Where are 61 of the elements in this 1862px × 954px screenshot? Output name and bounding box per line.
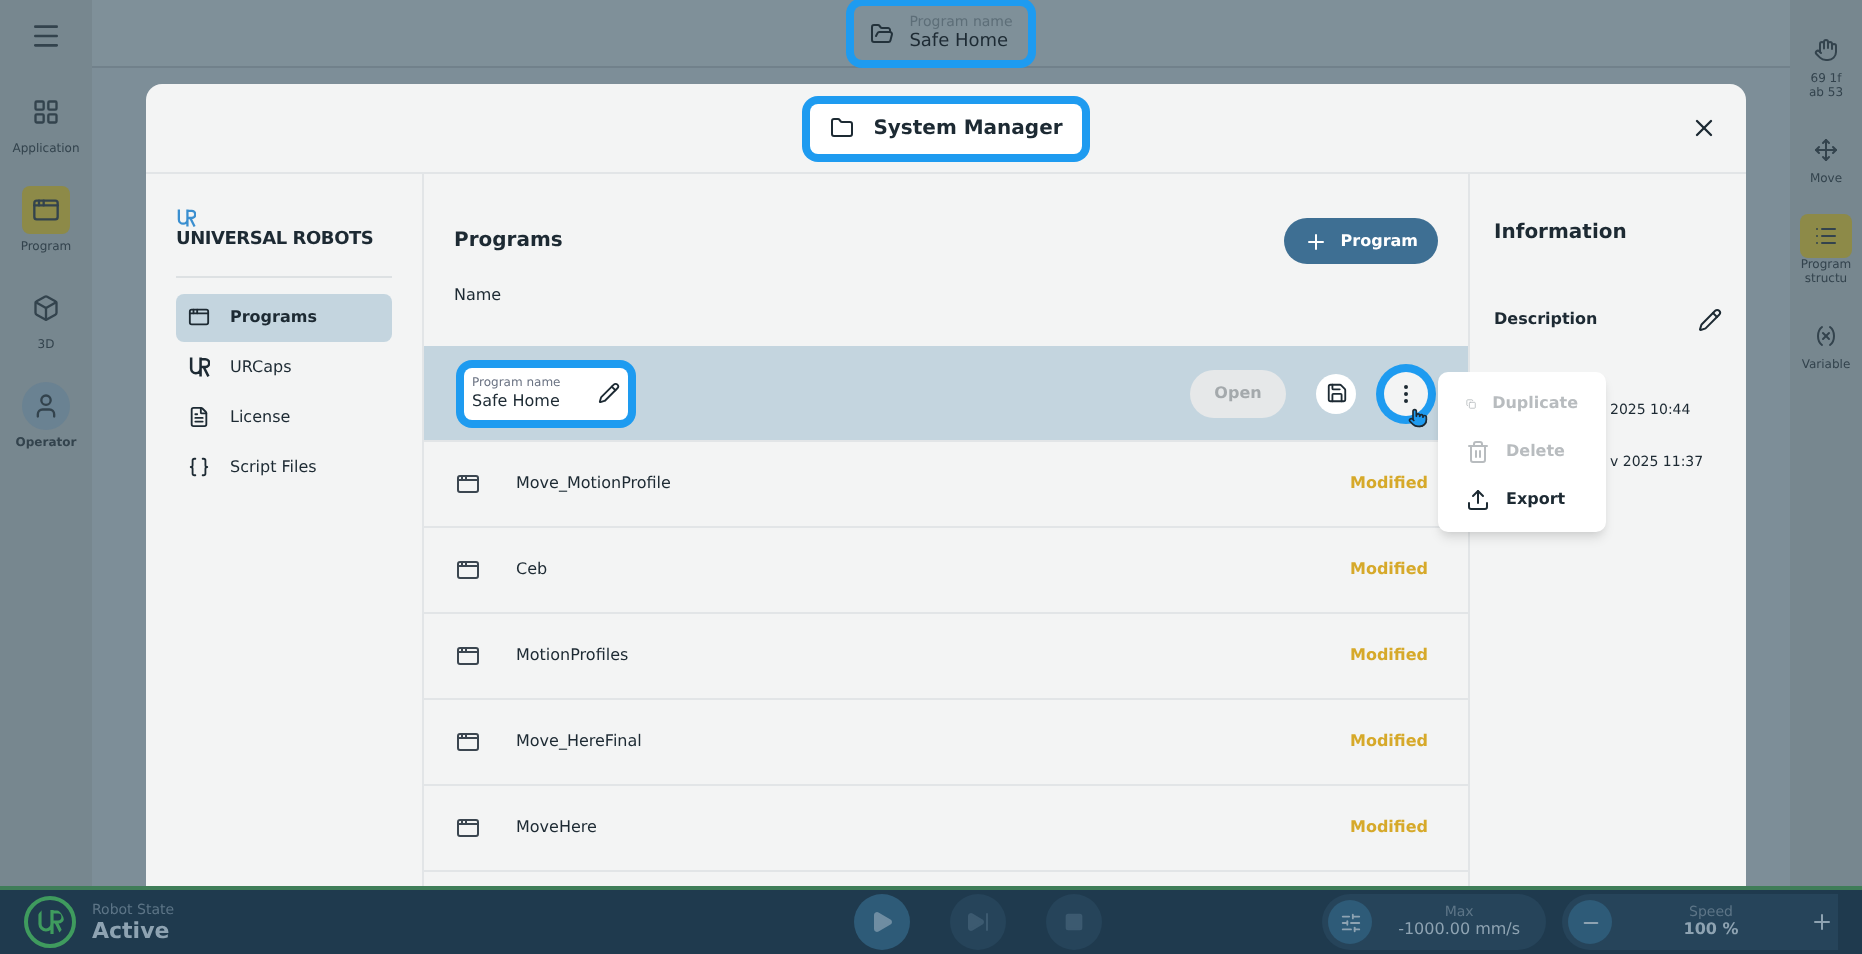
new-program-button[interactable]: Program [1284,218,1438,264]
status-label: Modified [1349,644,1428,668]
window-icon [456,644,480,668]
logo-icon [176,208,196,228]
pointer-icon [1408,408,1428,428]
menu-item[interactable]: Script Files [176,443,392,491]
pencil-icon[interactable] [1698,308,1722,332]
close-icon[interactable] [1690,114,1718,142]
export-icon [1466,488,1490,512]
logo-icon [24,896,76,948]
dialog-title: System Manager [809,103,1083,153]
pencil-icon[interactable] [598,382,620,404]
folder-icon [829,116,854,140]
max-value: -1000.00 mm/s [1398,922,1521,938]
program-name: MoveHere [516,816,599,840]
menu-item[interactable]: License [176,393,392,441]
urcaps-icon [188,356,210,378]
sliders-icon [1339,911,1362,933]
folder-icon [869,21,894,45]
status-label: Modified [1349,816,1428,840]
user-icon [31,392,60,420]
status-label: Modified [1349,730,1428,754]
menu-item[interactable]: Programs [176,293,392,341]
window-icon [456,472,480,496]
menu-item[interactable]: URCaps [176,343,392,391]
plus-icon[interactable] [1810,910,1834,934]
description-label: Description [1494,308,1598,332]
more-button[interactable] [1384,371,1428,415]
brand-name: UNIVERSAL ROBOTS [176,228,376,254]
program-name: Move_MotionProfile [516,472,673,496]
save-icon [1325,382,1347,404]
cube-icon [32,294,60,322]
status-label: Modified [1349,472,1428,496]
window-icon [31,196,60,224]
list-title: Programs [454,228,563,256]
variable-icon [1814,324,1838,348]
grid-icon [32,98,60,126]
window-icon [456,558,480,582]
state-value: Active [92,919,172,941]
braces-icon [188,456,210,478]
play-icon [870,910,895,934]
window-icon [188,306,210,328]
speed-value: 100 % [1683,922,1739,938]
program-name: Ceb [516,558,550,582]
window-icon [456,816,480,840]
column-header: Name [454,284,504,308]
info-title: Information [1494,220,1629,248]
document-icon [188,406,210,428]
move-icon [1814,138,1838,162]
trash-icon [1466,440,1490,464]
program-name: Move_HereFinal [516,730,644,754]
hand-icon [1814,38,1838,62]
plus-icon [1304,229,1329,253]
status-label: Modified [1349,558,1428,582]
window-icon [456,730,480,754]
field-value: Safe Home [472,393,561,409]
program-name: MotionProfiles [516,644,631,668]
play-button[interactable] [854,894,911,950]
menu-icon[interactable] [30,20,62,52]
save-button[interactable] [1316,373,1356,413]
field-value: Safe Home [909,33,1011,51]
